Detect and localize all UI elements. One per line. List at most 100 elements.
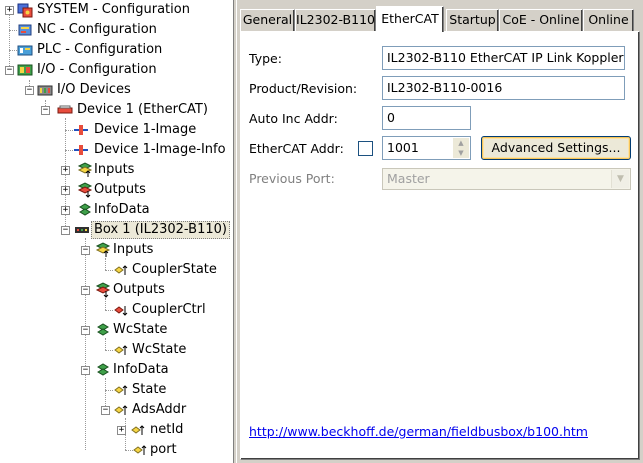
tree-item-label: Device 1 (EtherCAT) [77, 102, 208, 117]
collapse-toggle[interactable]: − [25, 86, 34, 95]
input-var-icon [133, 445, 147, 455]
tree-item-label: Outputs [94, 182, 146, 197]
tree-item-wcstate[interactable]: WcState [0, 340, 233, 360]
input-var-icon [114, 345, 128, 355]
input-var-icon [131, 425, 145, 435]
tree-item-port[interactable]: port [0, 440, 233, 460]
ethercat-addr-label: EtherCAT Addr: [249, 141, 344, 156]
tree-item-label: Device 1-Image [94, 122, 197, 137]
config-tree[interactable]: + SYSTEM - Configuration NC - Configurat… [0, 0, 233, 463]
tree-item-plc[interactable]: PLC - Configuration [0, 40, 233, 60]
tab-ethercat[interactable]: EtherCAT [376, 6, 444, 32]
tree-item-device-image[interactable]: Device 1-Image [0, 120, 233, 140]
infodata-icon [97, 323, 109, 336]
tree-item-outputs[interactable]: + Outputs [0, 180, 233, 200]
chevron-down-icon[interactable]: ▼ [611, 170, 629, 188]
expand-toggle[interactable]: + [61, 186, 70, 195]
previous-port-select[interactable]: Master ▼ [382, 168, 631, 190]
tab-coe-online[interactable]: CoE - Online [499, 9, 583, 31]
spin-down-icon[interactable]: ▼ [453, 148, 469, 158]
tree-item-label: NC - Configuration [37, 22, 157, 37]
spin-up-icon[interactable]: ▲ [453, 138, 469, 148]
auto-inc-addr-label: Auto Inc Addr: [249, 111, 338, 126]
tree-item-box-1[interactable]: − Box 1 (IL2302-B110) [0, 220, 233, 240]
nc-config-icon [18, 24, 32, 36]
tree-item-io-devices[interactable]: − I/O Devices [0, 80, 233, 100]
tree-item-netid[interactable]: + netId [0, 420, 233, 440]
tree-item-label: SYSTEM - Configuration [37, 2, 190, 17]
collapse-toggle[interactable]: − [41, 106, 50, 115]
ethercat-device-icon [57, 105, 73, 114]
tab-il2302-b110[interactable]: IL2302-B110 [295, 9, 376, 31]
tree-item-label: I/O - Configuration [37, 62, 157, 77]
ethercat-addr-checkbox[interactable] [358, 141, 373, 156]
ethercat-addr-value: 1001 [387, 140, 419, 155]
advanced-settings-button[interactable]: Advanced Settings... [481, 136, 631, 160]
box-icon [75, 227, 89, 233]
tree-item-box-infodata[interactable]: − InfoData [0, 360, 233, 380]
outputs-icon [95, 282, 111, 298]
previous-port-label: Previous Port: [249, 171, 335, 186]
outputs-icon [77, 182, 93, 198]
properties-pane: General IL2302-B110 EtherCAT Startup CoE… [237, 0, 643, 463]
tree-item-label: port [150, 442, 177, 457]
tree-item-label: netId [150, 422, 184, 437]
product-revision-label: Product/Revision: [249, 81, 358, 96]
tree-item-state[interactable]: State [0, 380, 233, 400]
ethercat-tab-panel: Type: IL2302-B110 EtherCAT IP Link Koppl… [240, 31, 640, 460]
tab-general[interactable]: General [240, 9, 295, 31]
type-field[interactable]: IL2302-B110 EtherCAT IP Link Koppler [382, 46, 625, 70]
tree-item-label: Inputs [113, 242, 154, 257]
tree-item-label: WcState [113, 322, 168, 337]
collapse-toggle[interactable]: − [101, 406, 110, 415]
collapse-toggle[interactable]: − [81, 286, 90, 295]
collapse-toggle[interactable]: − [81, 366, 90, 375]
tree-item-system[interactable]: + SYSTEM - Configuration [0, 0, 233, 20]
tree-item-label: WcState [132, 342, 187, 357]
ethercat-addr-field[interactable]: 1001 ▲ ▼ [382, 136, 471, 160]
expand-toggle[interactable]: + [61, 166, 70, 175]
tree-item-couplerctrl[interactable]: CouplerCtrl [0, 300, 233, 320]
infodata-icon [79, 203, 91, 216]
expand-toggle[interactable]: + [5, 6, 14, 15]
output-var-icon [114, 306, 128, 316]
device-image-icon [74, 125, 88, 135]
tree-item-label: AdsAddr [132, 402, 187, 417]
tree-item-inputs[interactable]: + Inputs [0, 160, 233, 180]
tree-item-wcstate-group[interactable]: − WcState [0, 320, 233, 340]
tree-item-label: InfoData [94, 202, 150, 217]
expand-toggle[interactable]: + [117, 426, 126, 435]
type-label: Type: [249, 51, 282, 66]
collapse-toggle[interactable]: − [81, 326, 90, 335]
tree-item-couplerstate[interactable]: CouplerState [0, 260, 233, 280]
ethercat-addr-spinner[interactable]: ▲ ▼ [453, 138, 469, 158]
tab-online[interactable]: Online [583, 9, 634, 31]
tree-item-nc[interactable]: NC - Configuration [0, 20, 233, 40]
input-var-icon [114, 265, 128, 275]
tree-item-io[interactable]: − I/O - Configuration [0, 60, 233, 80]
tree-item-device-1[interactable]: − Device 1 (EtherCAT) [0, 100, 233, 120]
tree-item-infodata[interactable]: + InfoData [0, 200, 233, 220]
tree-item-device-image-info[interactable]: Device 1-Image-Info [0, 140, 233, 160]
tree-item-box-outputs[interactable]: − Outputs [0, 280, 233, 300]
plc-config-icon [17, 45, 33, 56]
collapse-toggle[interactable]: − [61, 226, 70, 235]
inputs-icon [95, 242, 111, 257]
tree-item-label: PLC - Configuration [37, 42, 163, 57]
tree-item-label: Box 1 (IL2302-B110) [91, 221, 230, 239]
collapse-toggle[interactable]: − [5, 66, 14, 75]
tree-item-label: Device 1-Image-Info [94, 142, 226, 157]
tree-item-label: Inputs [94, 162, 135, 177]
tree-item-adsaddr[interactable]: − AdsAddr [0, 400, 233, 420]
fieldbusbox-link[interactable]: http://www.beckhoff.de/german/fieldbusbo… [249, 424, 588, 439]
tree-item-label: CouplerState [132, 262, 217, 277]
tab-startup[interactable]: Startup [446, 9, 499, 31]
device-image-info-icon [74, 145, 88, 155]
collapse-toggle[interactable]: − [81, 246, 90, 255]
auto-inc-addr-field[interactable]: 0 [382, 106, 471, 130]
input-var-icon [114, 385, 128, 395]
previous-port-value: Master [387, 171, 430, 186]
expand-toggle[interactable]: + [61, 206, 70, 215]
tree-item-box-inputs[interactable]: − Inputs [0, 240, 233, 260]
product-revision-field[interactable]: IL2302-B110-0016 [382, 76, 625, 100]
